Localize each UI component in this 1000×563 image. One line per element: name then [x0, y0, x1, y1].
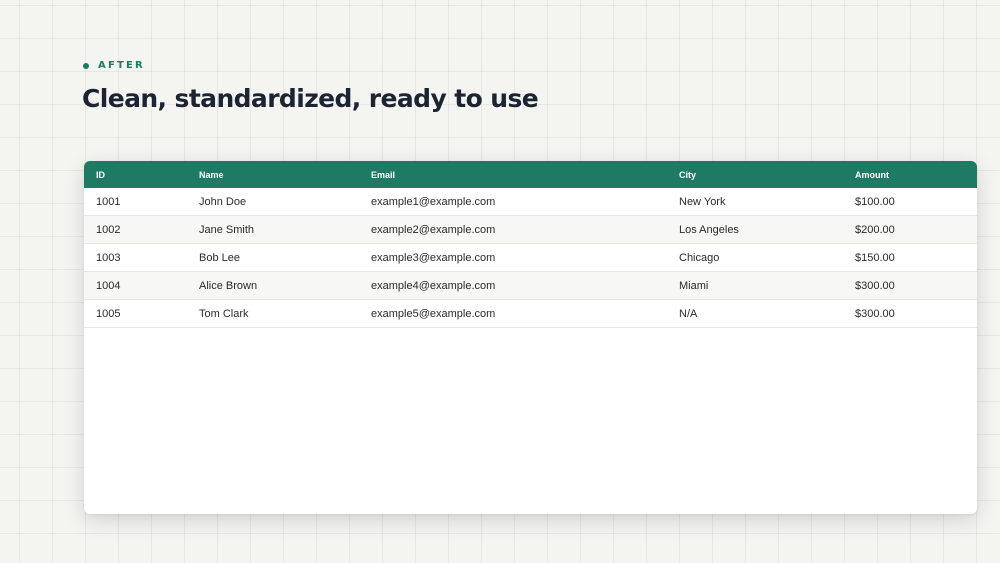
eyebrow-label: AFTER	[98, 60, 145, 71]
table-body: 1001 John Doe example1@example.com New Y…	[84, 188, 977, 328]
cell-name: Tom Clark	[187, 299, 359, 328]
cell-id: 1003	[84, 243, 187, 272]
data-table-card: ID Name Email City Amount 1001 John Doe …	[84, 161, 977, 514]
cell-email: example1@example.com	[359, 188, 667, 216]
cell-email: example3@example.com	[359, 243, 667, 272]
cell-name: Bob Lee	[187, 243, 359, 272]
page-title: Clean, standardized, ready to use	[82, 84, 539, 113]
cell-id: 1001	[84, 188, 187, 216]
column-header-name[interactable]: Name	[187, 161, 359, 188]
cell-city: N/A	[667, 299, 843, 328]
cell-id: 1004	[84, 271, 187, 300]
cell-name: John Doe	[187, 188, 359, 216]
table-row[interactable]: 1005 Tom Clark example5@example.com N/A …	[84, 299, 977, 328]
cell-amount: $300.00	[843, 271, 977, 300]
cell-email: example2@example.com	[359, 215, 667, 244]
column-header-city[interactable]: City	[667, 161, 843, 188]
cell-email: example5@example.com	[359, 299, 667, 328]
table-row[interactable]: 1001 John Doe example1@example.com New Y…	[84, 188, 977, 216]
cell-city: Chicago	[667, 243, 843, 272]
cell-id: 1002	[84, 215, 187, 244]
dot-icon	[83, 63, 89, 69]
column-header-id[interactable]: ID	[84, 161, 187, 188]
cell-amount: $100.00	[843, 188, 977, 216]
cell-amount: $200.00	[843, 215, 977, 244]
table-row[interactable]: 1004 Alice Brown example4@example.com Mi…	[84, 271, 977, 300]
table-row[interactable]: 1003 Bob Lee example3@example.com Chicag…	[84, 243, 977, 272]
cell-id: 1005	[84, 299, 187, 328]
cell-amount: $300.00	[843, 299, 977, 328]
cell-name: Alice Brown	[187, 271, 359, 300]
table-header: ID Name Email City Amount	[84, 161, 977, 188]
cell-city: New York	[667, 188, 843, 216]
cell-city: Los Angeles	[667, 215, 843, 244]
cell-amount: $150.00	[843, 243, 977, 272]
cell-name: Jane Smith	[187, 215, 359, 244]
section-eyebrow: AFTER	[83, 60, 145, 72]
column-header-amount[interactable]: Amount	[843, 161, 977, 188]
cell-email: example4@example.com	[359, 271, 667, 300]
table-header-row: ID Name Email City Amount	[84, 161, 977, 188]
column-header-email[interactable]: Email	[359, 161, 667, 188]
table-row[interactable]: 1002 Jane Smith example2@example.com Los…	[84, 215, 977, 244]
data-table: ID Name Email City Amount 1001 John Doe …	[84, 161, 977, 328]
cell-city: Miami	[667, 271, 843, 300]
